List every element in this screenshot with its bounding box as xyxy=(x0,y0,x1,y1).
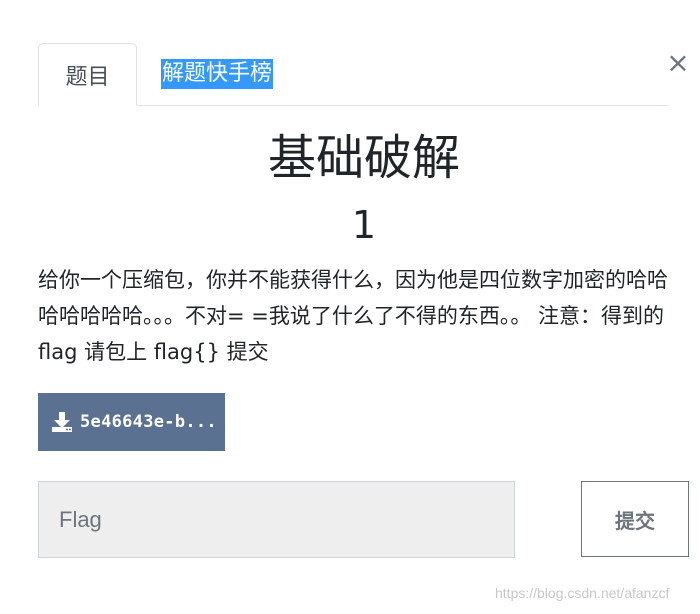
tab-solve-ranking[interactable]: 解题快手榜 xyxy=(161,43,274,105)
challenge-score: 1 xyxy=(351,203,377,247)
download-filename: 5e46643e-b... xyxy=(80,412,217,432)
tab-challenge[interactable]: 题目 xyxy=(38,43,137,106)
download-button[interactable]: 5e46643e-b... xyxy=(38,393,225,451)
watermark: https://blog.csdn.net/afanzcf xyxy=(495,585,670,601)
challenge-tabs: 题目 解题快手榜 xyxy=(38,43,668,106)
close-icon[interactable]: × xyxy=(666,48,690,78)
submit-label: 提交 xyxy=(615,508,655,533)
tab-challenge-label: 题目 xyxy=(65,64,110,90)
flag-input[interactable] xyxy=(38,481,515,558)
download-icon xyxy=(52,412,72,432)
challenge-description: 给你一个压缩包，你并不能获得什么，因为他是四位数字加密的哈哈哈哈哈哈哈。。。不对… xyxy=(38,268,668,364)
challenge-title: 基础破解 xyxy=(267,130,460,186)
submit-button[interactable]: 提交 xyxy=(581,481,689,557)
tab-solve-ranking-label: 解题快手榜 xyxy=(161,59,274,89)
